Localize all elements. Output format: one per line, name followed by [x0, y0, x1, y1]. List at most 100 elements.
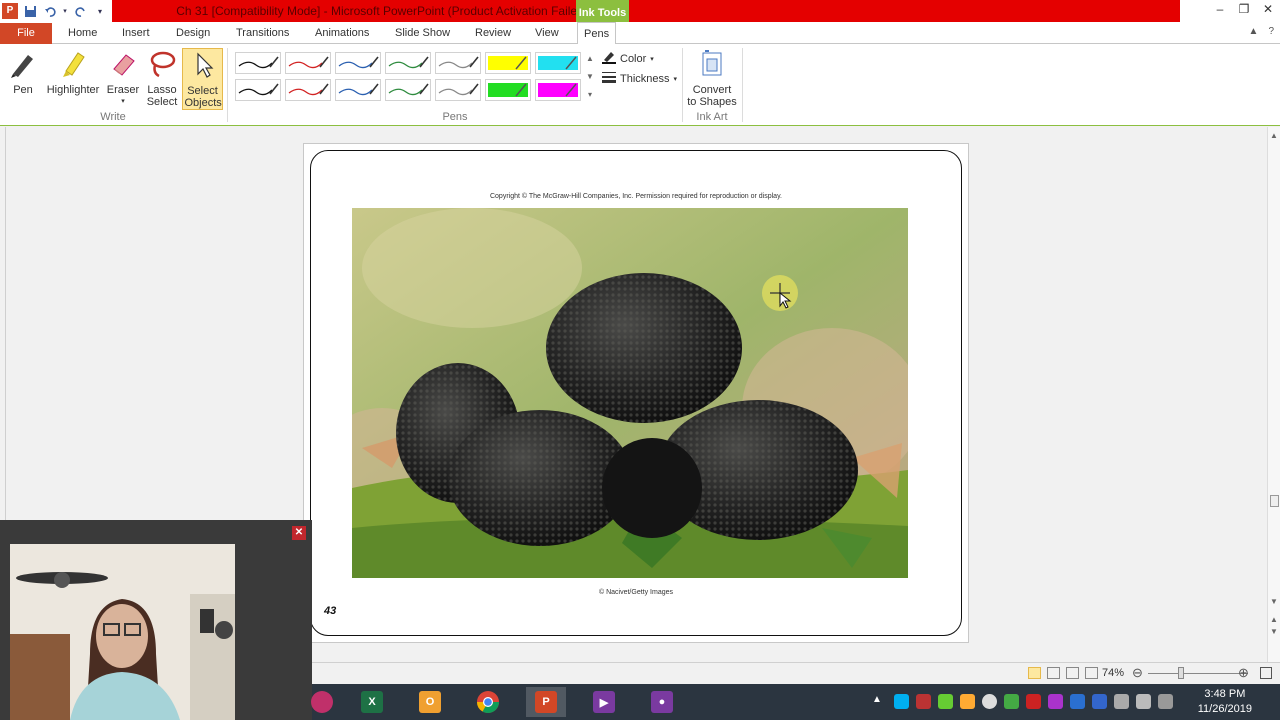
color-dropdown-icon: ▾: [650, 55, 654, 63]
normal-view-icon[interactable]: [1028, 667, 1041, 679]
tab-transitions[interactable]: Transitions: [230, 22, 295, 44]
gallery-scroll: ▲ ▼ ▾: [584, 50, 596, 104]
volume-icon[interactable]: [1136, 694, 1151, 709]
screen-recorder-icon-2[interactable]: ●: [642, 687, 682, 717]
tab-pens[interactable]: Pens: [577, 22, 617, 45]
tab-animations[interactable]: Animations: [309, 22, 375, 44]
network-icon[interactable]: [1114, 694, 1129, 709]
pens-group-label: Pens: [442, 111, 468, 123]
pen-style-swatch[interactable]: [435, 52, 481, 74]
slide-number: 43: [324, 605, 337, 617]
tray-app-icon[interactable]: [1092, 694, 1107, 709]
pointer-arrow-icon: [187, 49, 219, 81]
scroll-down-icon[interactable]: ▼: [1270, 597, 1278, 606]
vertical-scrollbar[interactable]: ▲ ▼ ▲ ▼: [1267, 127, 1280, 662]
pen-style-swatch[interactable]: [335, 52, 381, 74]
tray-app-icon[interactable]: [938, 694, 953, 709]
bluetooth-icon[interactable]: [1070, 694, 1085, 709]
eraser-dropdown-icon[interactable]: ▾: [104, 96, 142, 108]
tray-app-icon[interactable]: [1004, 694, 1019, 709]
tray-up-arrow-icon[interactable]: ▲: [872, 694, 887, 709]
reading-view-icon[interactable]: [1066, 667, 1079, 679]
thickness-button[interactable]: Thickness ▾: [602, 71, 677, 86]
minimize-ribbon-icon[interactable]: ▲: [1249, 26, 1259, 37]
tab-insert[interactable]: Insert: [116, 22, 156, 44]
pen-style-swatch[interactable]: [535, 52, 581, 74]
write-group-label: Write: [100, 111, 126, 123]
select-objects-button[interactable]: Select Objects: [182, 48, 223, 110]
color-label: Color: [620, 52, 647, 65]
undo-dropdown-icon[interactable]: ▾: [62, 3, 68, 19]
system-clock[interactable]: 3:48 PM 11/26/2019: [1198, 687, 1252, 717]
close-icon[interactable]: ✕: [1256, 0, 1280, 20]
zoom-out-icon[interactable]: ⊖: [1132, 665, 1143, 681]
pen-style-swatch[interactable]: [485, 79, 531, 101]
powerpoint-logo-icon[interactable]: P: [2, 3, 18, 19]
color-button[interactable]: Color ▾: [602, 50, 654, 67]
truffles-photo[interactable]: [352, 208, 908, 578]
pen-button[interactable]: Pen: [4, 48, 42, 110]
slide-show-view-icon[interactable]: [1085, 667, 1098, 679]
tray-app-icon[interactable]: [960, 694, 975, 709]
pen-style-swatch[interactable]: [335, 79, 381, 101]
eraser-button[interactable]: Eraser ▾: [104, 48, 142, 110]
fit-slide-icon[interactable]: [1260, 667, 1272, 679]
undo-icon[interactable]: [42, 3, 58, 19]
scroll-thumb[interactable]: [1270, 495, 1279, 507]
slide-canvas[interactable]: Copyright © The McGraw-Hill Companies, I…: [303, 143, 969, 643]
save-icon[interactable]: [22, 3, 38, 19]
signal-icon[interactable]: [1158, 694, 1173, 709]
ribbon-tabs: File Home Insert Design Transitions Anim…: [0, 22, 1280, 45]
pen-style-swatch[interactable]: [435, 79, 481, 101]
chrome-icon[interactable]: [468, 687, 508, 717]
excel-icon[interactable]: X: [352, 687, 392, 717]
pen-button-label: Pen: [13, 84, 33, 96]
tab-review[interactable]: Review: [469, 22, 517, 44]
help-icon[interactable]: ?: [1268, 26, 1274, 37]
tab-design[interactable]: Design: [170, 22, 216, 44]
pen-style-swatch[interactable]: [535, 79, 581, 101]
pen-style-swatch[interactable]: [385, 52, 431, 74]
screen-recorder-icon[interactable]: ▶: [584, 687, 624, 717]
redo-icon[interactable]: [72, 3, 88, 19]
convert-to-shapes-button[interactable]: Convert to Shapes: [686, 48, 738, 110]
tab-home[interactable]: Home: [62, 22, 103, 44]
skype-icon[interactable]: [894, 694, 909, 709]
scroll-up-icon[interactable]: ▲: [1270, 131, 1278, 140]
gallery-down-icon[interactable]: ▼: [584, 68, 596, 86]
previous-slide-icon[interactable]: ▲: [1270, 615, 1278, 624]
tray-app-icon[interactable]: [1026, 694, 1041, 709]
next-slide-icon[interactable]: ▼: [1270, 627, 1278, 636]
tab-view[interactable]: View: [529, 22, 565, 44]
pen-style-swatch[interactable]: [485, 52, 531, 74]
pen-style-swatch[interactable]: [285, 79, 331, 101]
highlighter-icon: [57, 48, 89, 80]
pen-style-swatch[interactable]: [235, 79, 281, 101]
tray-app-icon[interactable]: [982, 694, 997, 709]
zoom-slider-track[interactable]: [1148, 673, 1248, 674]
lasso-select-button[interactable]: Lasso Select: [143, 48, 181, 110]
pen-style-swatch[interactable]: [285, 52, 331, 74]
pen-icon: [7, 48, 39, 80]
zoom-slider-thumb[interactable]: [1178, 667, 1184, 679]
tab-slide-show[interactable]: Slide Show: [389, 22, 456, 44]
highlighter-button[interactable]: Highlighter: [44, 48, 102, 110]
pen-style-swatch[interactable]: [235, 52, 281, 74]
tray-app-icon[interactable]: [916, 694, 931, 709]
gallery-more-icon[interactable]: ▾: [584, 86, 596, 104]
tray-app-icon[interactable]: [1048, 694, 1063, 709]
tab-file[interactable]: File: [0, 23, 52, 44]
powerpoint-taskbar-icon[interactable]: P: [526, 687, 566, 717]
taskbar-app-icon[interactable]: [302, 687, 342, 717]
zoom-level[interactable]: 74%: [1102, 667, 1124, 679]
restore-icon[interactable]: ❐: [1232, 0, 1256, 20]
webcam-overlay[interactable]: ✕: [0, 520, 312, 720]
slide-sorter-view-icon[interactable]: [1047, 667, 1060, 679]
pen-style-swatch[interactable]: [385, 79, 431, 101]
webcam-close-icon[interactable]: ✕: [292, 526, 306, 540]
minimize-icon[interactable]: –: [1208, 0, 1232, 20]
gallery-up-icon[interactable]: ▲: [584, 50, 596, 68]
customize-qat-icon[interactable]: ▾: [92, 3, 108, 19]
zoom-in-icon[interactable]: ⊕: [1238, 665, 1249, 681]
outlook-icon[interactable]: O: [410, 687, 450, 717]
